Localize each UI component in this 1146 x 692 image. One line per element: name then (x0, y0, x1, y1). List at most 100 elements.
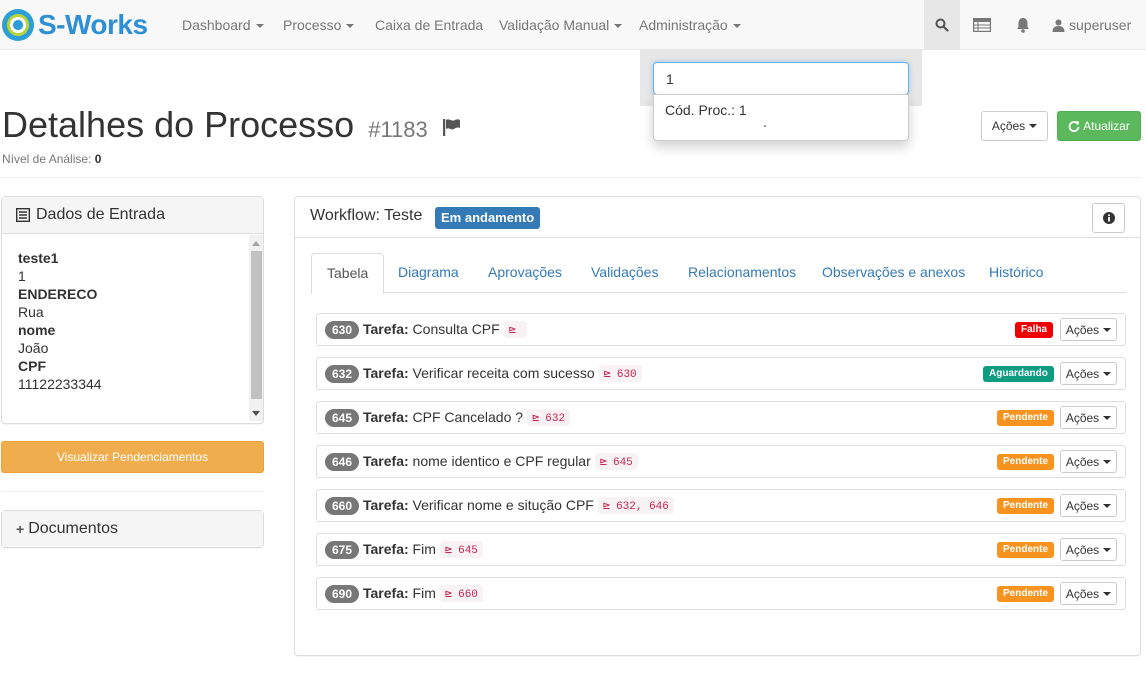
task-actions-button[interactable]: Ações (1060, 494, 1117, 517)
task-row: 690 Tarefa: Fim ⊵ 660 Pendente Ações (316, 577, 1126, 610)
brand[interactable]: S-Works (0, 9, 148, 41)
user-menu[interactable]: superuser (1052, 0, 1146, 50)
task-dependencies: ⊵ 632 (527, 409, 571, 426)
workflow-tabs: Tabela Diagrama Aprovações Validações Re… (311, 253, 1126, 294)
workflow-panel: Workflow: Teste Em andamento Tabela Diag… (294, 196, 1141, 656)
workflow-status-badge: Em andamento (435, 207, 541, 229)
chevron-down-icon (1103, 591, 1112, 596)
task-id-badge: 660 (325, 497, 360, 515)
task-id-badge: 632 (325, 365, 360, 383)
search-toggle-button[interactable] (924, 0, 960, 50)
brand-name: S-Works (38, 9, 148, 40)
status-badge: Aguardando (983, 366, 1054, 382)
search-input[interactable] (653, 62, 909, 95)
task-actions-button[interactable]: Ações (1060, 450, 1117, 473)
task-id-badge: 690 (325, 585, 360, 603)
chevron-down-icon (1103, 371, 1112, 376)
tab-observacoes-anexos[interactable]: Observações e anexos (807, 253, 980, 293)
task-dependencies: ⊵ 630 (598, 365, 642, 382)
chevron-down-icon (1029, 124, 1038, 128)
view-pendencies-button[interactable]: Visualizar Pendenciamentos (1, 441, 264, 473)
documents-heading[interactable]: + Documentos (2, 511, 263, 547)
input-key: teste1 (18, 250, 59, 266)
task-name: Verificar receita com sucesso (412, 365, 595, 381)
task-row: 645 Tarefa: CPF Cancelado ? ⊵ 632 Pendente… (316, 401, 1126, 434)
nav-dashboard[interactable]: Dashboard (182, 0, 264, 50)
input-value: 1 (18, 268, 26, 284)
plus-icon: + (16, 521, 25, 537)
task-name: Consulta CPF (412, 321, 500, 337)
task-row: 646 Tarefa: nome identico e CPF regular ⊵… (316, 445, 1126, 478)
chevron-down-icon (732, 24, 741, 29)
task-actions-button[interactable]: Ações (1060, 318, 1117, 341)
status-badge: Falha (1015, 322, 1054, 338)
task-row: 660 Tarefa: Verificar nome e situção CPF… (316, 489, 1126, 522)
page-title: Detalhes do Processo #1183 (2, 104, 462, 146)
nav-caixa-entrada[interactable]: Caixa de Entrada (375, 0, 483, 50)
task-row: 675 Tarefa: Fim ⊵ 645 Pendente Ações (316, 533, 1126, 566)
tree-icon: ⊵ (532, 411, 540, 425)
task-actions-button[interactable]: Ações (1060, 582, 1117, 605)
task-id-badge: 646 (325, 453, 360, 471)
page-actions-button[interactable]: Ações (981, 111, 1048, 141)
task-actions-button[interactable]: Ações (1060, 362, 1117, 385)
tab-aprovacoes[interactable]: Aprovações (473, 253, 577, 293)
search-result-item[interactable]: Cód. Proc.: 1 (665, 102, 747, 118)
chevron-down-icon (614, 24, 623, 29)
update-button[interactable]: Atualizar (1057, 111, 1141, 141)
scroll-up-icon[interactable] (252, 241, 260, 246)
tree-icon: ⊵ (444, 587, 453, 601)
status-badge: Pendente (997, 410, 1055, 426)
tab-validacoes[interactable]: Validações (576, 253, 673, 293)
workflow-heading: Workflow: Teste Em andamento (295, 197, 1140, 238)
task-name: CPF Cancelado ? (412, 409, 524, 425)
table-icon (973, 18, 991, 32)
task-row: 630 Tarefa: Consulta CPF ⊵ Falha Ações (316, 313, 1126, 346)
nav-processo[interactable]: Processo (283, 0, 355, 50)
documents-panel[interactable]: + Documentos (1, 510, 264, 548)
brand-logo-icon (2, 9, 34, 41)
flag-icon[interactable] (442, 117, 462, 137)
analysis-level: Nível de Análise: 0 (2, 152, 102, 166)
tab-historico[interactable]: Histórico (974, 253, 1058, 293)
input-data-heading: Dados de Entrada (2, 197, 263, 234)
input-key: CPF (18, 358, 46, 374)
tree-icon: ⊵ (602, 499, 611, 513)
task-dependencies: ⊵ 660 (439, 585, 483, 602)
nav-administracao[interactable]: Administração (639, 0, 741, 50)
info-icon (1102, 212, 1115, 224)
search-results: Cód. Proc.: 1 (653, 94, 909, 141)
notifications-button[interactable] (1004, 0, 1042, 50)
tab-diagrama[interactable]: Diagrama (383, 253, 474, 293)
input-data-list: teste1 1 ENDERECO Rua nome João CPF 1112… (2, 235, 248, 421)
task-dependencies: ⊵ (503, 321, 527, 338)
nav-validacao-manual[interactable]: Validação Manual (499, 0, 623, 50)
task-id-badge: 630 (325, 321, 360, 339)
status-badge: Pendente (997, 542, 1055, 558)
task-row: 632 Tarefa: Verificar receita com sucess… (316, 357, 1126, 390)
input-key: ENDERECO (18, 286, 98, 302)
scroll-thumb[interactable] (251, 251, 262, 399)
tab-tabela[interactable]: Tabela (311, 253, 385, 294)
tree-icon: ⊵ (599, 455, 607, 469)
chevron-down-icon (1103, 327, 1112, 332)
status-badge: Pendente (997, 586, 1055, 602)
task-dependencies: ⊵ 645 (594, 453, 638, 470)
search-icon (935, 18, 949, 32)
divider (1, 491, 264, 492)
input-value: Rua (18, 304, 44, 320)
tab-relacionamentos[interactable]: Relacionamentos (673, 253, 811, 293)
task-actions-button[interactable]: Ações (1060, 538, 1117, 561)
info-button[interactable] (1092, 203, 1125, 233)
top-navbar: S-Works Dashboard Processo Caixa de Entr… (0, 0, 1146, 50)
divider (0, 177, 1141, 178)
task-name: Fim (412, 585, 436, 601)
workflow-title: Workflow: Teste (310, 207, 423, 224)
scroll-down-icon[interactable] (252, 411, 260, 416)
user-name: superuser (1069, 17, 1132, 33)
task-actions-button[interactable]: Ações (1060, 406, 1117, 429)
scrollbar[interactable] (249, 235, 263, 421)
refresh-icon (1068, 121, 1080, 132)
table-view-button[interactable] (962, 0, 1002, 50)
status-badge: Pendente (997, 498, 1055, 514)
